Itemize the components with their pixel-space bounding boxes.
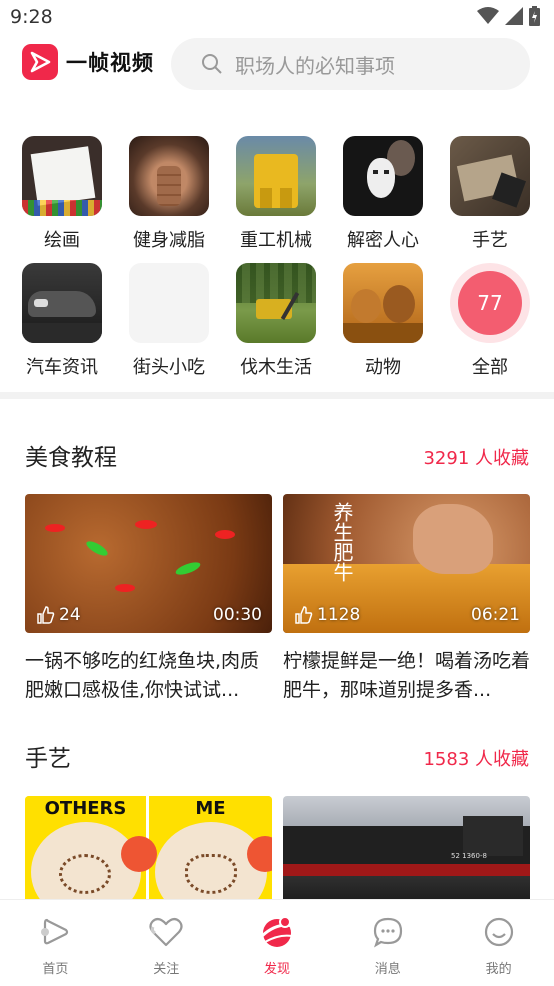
app-logo-icon xyxy=(22,44,58,80)
category-street-food[interactable]: 街头小吃 xyxy=(114,263,224,379)
search-icon xyxy=(202,54,222,74)
category-all[interactable]: 77 全部 xyxy=(435,263,545,379)
category-all-badge: 77 xyxy=(450,263,530,343)
video-title: 柠檬提鲜是一绝！喝着汤吃着肥牛，那味道别提多香... xyxy=(283,650,530,701)
profile-icon xyxy=(484,917,513,947)
tab-label: 关注 xyxy=(153,962,180,977)
category-thumbnail xyxy=(343,263,423,343)
category-label: 解密人心 xyxy=(347,230,419,251)
category-label: 街头小吃 xyxy=(133,357,205,378)
status-icons xyxy=(477,6,540,26)
category-thumbnail xyxy=(450,136,530,216)
video-duration: 00:30 xyxy=(213,605,262,625)
image-caption-right: ME xyxy=(195,798,226,819)
home-play-icon xyxy=(41,918,69,945)
category-label: 汽车资讯 xyxy=(26,357,98,378)
tab-profile[interactable]: 我的 xyxy=(443,900,554,986)
category-animals[interactable]: 动物 xyxy=(328,263,438,379)
signal-icon xyxy=(505,7,523,25)
discover-icon xyxy=(260,916,294,947)
category-thumbnail xyxy=(236,263,316,343)
video-likes: 1128 xyxy=(295,605,360,625)
train-plate: 52 1360-8 xyxy=(451,852,487,860)
video-overlay-text: 养生肥牛 xyxy=(330,502,354,582)
section-fav-count[interactable]: 3291 人收藏 xyxy=(423,444,529,470)
category-thumbnail xyxy=(236,136,316,216)
video-thumbnail: 52 1360-8 xyxy=(283,796,530,906)
video-card[interactable]: OTHERS ME xyxy=(25,796,272,906)
category-label: 动物 xyxy=(365,357,401,378)
category-logging-life[interactable]: 伐木生活 xyxy=(221,263,331,379)
section-divider xyxy=(0,392,554,399)
category-thumbnail xyxy=(22,136,102,216)
video-likes: 24 xyxy=(37,605,81,625)
video-thumbnail: 24 00:30 xyxy=(25,494,272,633)
status-bar: 9:28 xyxy=(0,0,554,36)
search-bar[interactable]: 职场人的必知事项 xyxy=(171,38,530,90)
video-title: 一锅不够吃的红烧鱼块,肉质肥嫩口感极佳,你快试试... xyxy=(25,650,260,701)
category-handicraft[interactable]: 手艺 xyxy=(435,136,545,252)
category-label: 重工机械 xyxy=(240,230,312,251)
tab-messages[interactable]: 消息 xyxy=(332,900,443,986)
video-duration: 06:21 xyxy=(471,605,520,625)
tab-label: 消息 xyxy=(374,962,401,977)
category-mind-reading[interactable]: 解密人心 xyxy=(328,136,438,252)
category-thumbnail xyxy=(129,263,209,343)
video-card[interactable]: 52 1360-8 xyxy=(283,796,530,906)
battery-icon xyxy=(529,6,540,26)
heart-icon xyxy=(149,917,183,947)
thumbs-up-icon xyxy=(37,606,55,624)
bottom-tab-bar: 首页 关注 发现 消息 我的 xyxy=(0,899,554,986)
category-label: 伐木生活 xyxy=(240,357,312,378)
search-placeholder: 职场人的必知事项 xyxy=(235,53,395,78)
section-header-craft: 手艺 1583 人收藏 xyxy=(0,739,554,779)
video-thumbnail: 养生肥牛 1128 06:21 xyxy=(283,494,530,633)
category-fitness[interactable]: 健身减脂 xyxy=(114,136,224,252)
app-name: 一帧视频 xyxy=(66,51,154,75)
category-heavy-machinery[interactable]: 重工机械 xyxy=(221,136,331,252)
message-icon xyxy=(373,917,402,948)
app-logo[interactable]: 一帧视频 xyxy=(22,44,154,80)
category-label: 手艺 xyxy=(472,230,508,251)
video-card[interactable]: 24 00:30 一锅不够吃的红烧鱼块,肉质肥嫩口感极佳,你快试试... xyxy=(25,494,272,705)
category-thumbnail xyxy=(22,263,102,343)
category-car-news[interactable]: 汽车资讯 xyxy=(7,263,117,379)
category-thumbnail xyxy=(129,136,209,216)
tab-label: 发现 xyxy=(263,962,290,977)
category-count: 77 xyxy=(477,291,503,315)
top-bar: 一帧视频 职场人的必知事项 xyxy=(0,36,554,96)
tab-label: 首页 xyxy=(42,962,69,977)
category-painting[interactable]: 绘画 xyxy=(7,136,117,252)
category-label: 健身减脂 xyxy=(133,230,205,251)
status-time: 9:28 xyxy=(10,6,53,28)
section-fav-count[interactable]: 1583 人收藏 xyxy=(423,745,529,771)
category-label: 绘画 xyxy=(44,230,80,251)
section-title: 美食教程 xyxy=(25,445,117,471)
section-header-food: 美食教程 3291 人收藏 xyxy=(0,438,554,478)
video-card[interactable]: 养生肥牛 1128 06:21 柠檬提鲜是一绝！喝着汤吃着肥牛，那味道别提多香.… xyxy=(283,494,530,705)
video-thumbnail: OTHERS ME xyxy=(25,796,272,906)
tab-follow[interactable]: 关注 xyxy=(111,900,222,986)
section-title: 手艺 xyxy=(25,746,71,772)
image-caption-left: OTHERS xyxy=(44,798,127,819)
category-thumbnail xyxy=(343,136,423,216)
thumbs-up-icon xyxy=(295,606,313,624)
tab-discover[interactable]: 发现 xyxy=(222,900,333,986)
category-label: 全部 xyxy=(472,357,508,378)
tab-label: 我的 xyxy=(485,962,512,977)
tab-home[interactable]: 首页 xyxy=(0,900,111,986)
wifi-icon xyxy=(477,7,499,24)
